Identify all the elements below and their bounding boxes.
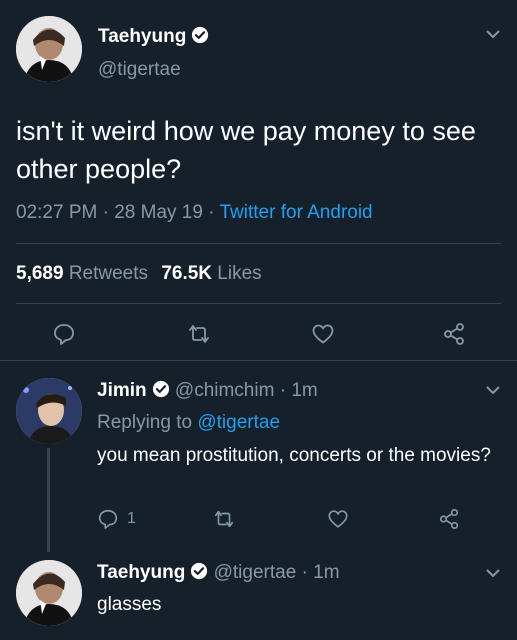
verified-badge-icon bbox=[190, 562, 208, 586]
avatar[interactable] bbox=[16, 16, 82, 82]
like-button[interactable] bbox=[311, 322, 335, 351]
share-button[interactable] bbox=[442, 322, 466, 351]
heart-icon bbox=[312, 324, 334, 344]
display-name-row: Taehyung bbox=[98, 26, 209, 49]
display-name[interactable]: Taehyung bbox=[98, 26, 186, 47]
verified-badge-icon bbox=[191, 26, 209, 49]
reply-text: glasses bbox=[97, 594, 162, 615]
retweet-icon bbox=[189, 325, 209, 343]
share-icon bbox=[444, 323, 464, 345]
like-button[interactable] bbox=[327, 508, 349, 535]
likes-label[interactable]: Likes bbox=[217, 263, 261, 284]
reply-icon bbox=[54, 324, 74, 345]
retweets-count[interactable]: 5,689 bbox=[16, 263, 64, 284]
user-handle[interactable]: @tigertae bbox=[98, 59, 181, 81]
tweet-time[interactable]: · 1m bbox=[280, 380, 318, 401]
reply-count: 1 bbox=[127, 510, 136, 527]
user-handle[interactable]: @chimchim bbox=[175, 380, 275, 401]
divider bbox=[16, 303, 501, 304]
chevron-down-icon[interactable] bbox=[485, 27, 501, 45]
tweet-time[interactable]: 02:27 PM bbox=[16, 202, 97, 223]
reply-button[interactable]: 1 bbox=[97, 508, 136, 530]
tweet-time[interactable]: · 1m bbox=[302, 562, 340, 583]
replying-prefix: Replying to bbox=[97, 412, 193, 433]
chevron-down-icon[interactable] bbox=[485, 383, 501, 401]
likes-count[interactable]: 76.5K bbox=[161, 263, 212, 284]
avatar[interactable] bbox=[16, 378, 82, 444]
divider bbox=[16, 243, 501, 244]
meta-separator: · bbox=[102, 202, 109, 223]
thread-line bbox=[47, 448, 50, 552]
tweet-text: isn't it weird how we pay money to see o… bbox=[16, 116, 476, 184]
meta-separator: · bbox=[208, 202, 215, 223]
engagement-stats: 5,689 Retweets 76.5K Likes bbox=[16, 263, 262, 285]
avatar[interactable] bbox=[16, 560, 82, 626]
replying-to: Replying to @tigertae bbox=[97, 412, 280, 434]
retweet-button[interactable] bbox=[186, 322, 212, 351]
tweet-source-link[interactable]: Twitter for Android bbox=[220, 202, 373, 223]
heart-icon bbox=[328, 510, 348, 528]
reply-icon bbox=[98, 509, 118, 529]
share-button[interactable] bbox=[438, 508, 460, 535]
reply-text: you mean prostitution, concerts or the m… bbox=[97, 445, 491, 466]
share-icon bbox=[439, 509, 459, 529]
reply-header: Taehyung @tigertae · 1m bbox=[97, 562, 340, 586]
tweet-meta: 02:27 PM · 28 May 19 · Twitter for Andro… bbox=[16, 202, 373, 224]
retweets-label[interactable]: Retweets bbox=[69, 263, 148, 284]
reply-header: Jimin @chimchim · 1m bbox=[97, 380, 318, 404]
retweet-button[interactable] bbox=[212, 508, 236, 535]
reply-button[interactable] bbox=[52, 322, 76, 351]
display-name[interactable]: Taehyung bbox=[97, 562, 185, 583]
divider bbox=[0, 360, 517, 361]
tweet-date[interactable]: 28 May 19 bbox=[114, 202, 203, 223]
chevron-down-icon[interactable] bbox=[485, 566, 501, 584]
replying-handle-link[interactable]: @tigertae bbox=[197, 412, 280, 433]
verified-badge-icon bbox=[152, 380, 170, 404]
display-name[interactable]: Jimin bbox=[97, 380, 147, 401]
retweet-icon bbox=[214, 510, 234, 528]
user-handle[interactable]: @tigertae bbox=[214, 562, 297, 583]
